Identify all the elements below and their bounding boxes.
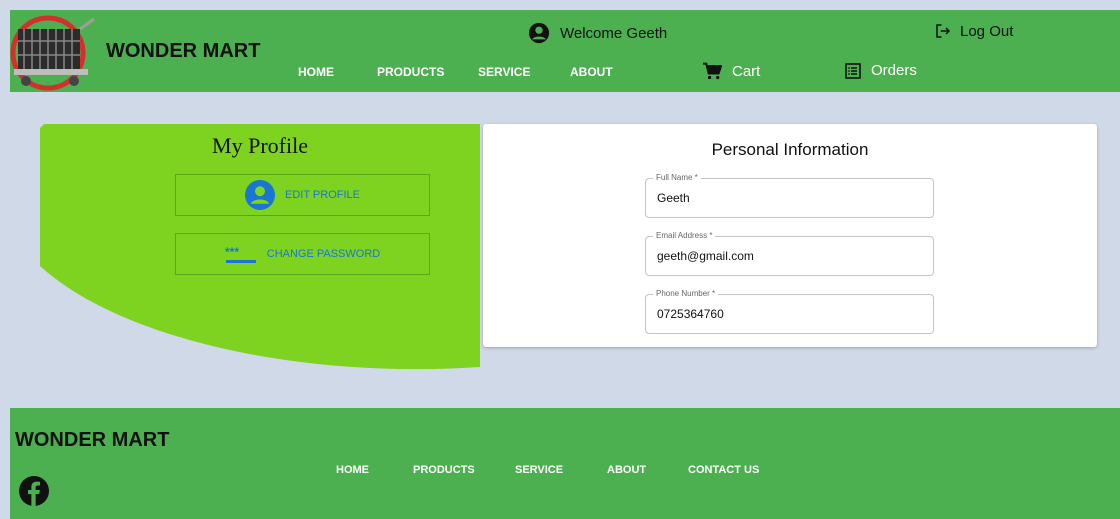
full-name-field[interactable]: Full Name * Geeth	[645, 173, 934, 218]
full-name-label: Full Name *	[653, 173, 701, 182]
orders-label: Orders	[871, 62, 917, 79]
footer-brand: WONDER MART	[15, 429, 170, 451]
shopping-cart-icon	[703, 62, 722, 80]
user-circle-icon	[528, 22, 550, 44]
change-password-button[interactable]: *** CHANGE PASSWORD	[175, 233, 430, 275]
edit-profile-button[interactable]: EDIT PROFILE	[175, 174, 430, 216]
welcome-user: Welcome Geeth	[528, 22, 667, 44]
footer: WONDER MART HOME PRODUCTS SERVICE ABOUT …	[10, 408, 1120, 519]
nav-service[interactable]: SERVICE	[478, 65, 530, 79]
nav-orders[interactable]: Orders	[845, 62, 917, 79]
personal-info-title: Personal Information	[711, 140, 869, 159]
nav-about[interactable]: ABOUT	[570, 65, 613, 79]
facebook-icon[interactable]	[19, 476, 49, 506]
footer-nav-service[interactable]: SERVICE	[515, 464, 563, 476]
phone-field[interactable]: Phone Number * 0725364760	[645, 289, 934, 334]
personal-info-card: Personal Information Full Name * Geeth E…	[483, 124, 1097, 347]
account-circle-icon	[245, 180, 275, 210]
cart-logo-icon[interactable]	[10, 13, 102, 91]
profile-title: My Profile	[212, 133, 308, 158]
email-label: Email Address *	[653, 231, 716, 240]
welcome-text: Welcome Geeth	[560, 24, 668, 42]
full-name-value[interactable]: Geeth	[657, 191, 690, 205]
svg-text:***: ***	[225, 245, 239, 259]
cart-label: Cart	[732, 62, 761, 80]
brand-name: WONDER MART	[106, 40, 261, 62]
logout-button[interactable]: Log Out	[934, 22, 1013, 40]
nav-products[interactable]: PRODUCTS	[377, 65, 444, 79]
phone-value[interactable]: 0725364760	[657, 307, 724, 321]
password-icon: ***	[225, 245, 256, 263]
orders-icon	[845, 62, 861, 79]
logout-label: Log Out	[960, 22, 1014, 40]
footer-nav-products[interactable]: PRODUCTS	[413, 464, 475, 476]
footer-nav-contact-us[interactable]: CONTACT US	[688, 464, 759, 476]
phone-label: Phone Number *	[653, 289, 719, 298]
email-field[interactable]: Email Address * geeth@gmail.com	[645, 231, 934, 276]
footer-nav-home[interactable]: HOME	[336, 464, 369, 476]
edit-profile-label: EDIT PROFILE	[285, 189, 360, 201]
top-header: WONDER MART Welcome Geeth Log Out HOME P…	[10, 10, 1120, 92]
change-password-label: CHANGE PASSWORD	[266, 248, 381, 260]
footer-nav-about[interactable]: ABOUT	[607, 464, 646, 476]
email-value[interactable]: geeth@gmail.com	[657, 249, 754, 263]
nav-cart[interactable]: Cart	[702, 62, 760, 80]
logout-icon	[936, 24, 951, 38]
nav-home[interactable]: HOME	[298, 65, 334, 79]
